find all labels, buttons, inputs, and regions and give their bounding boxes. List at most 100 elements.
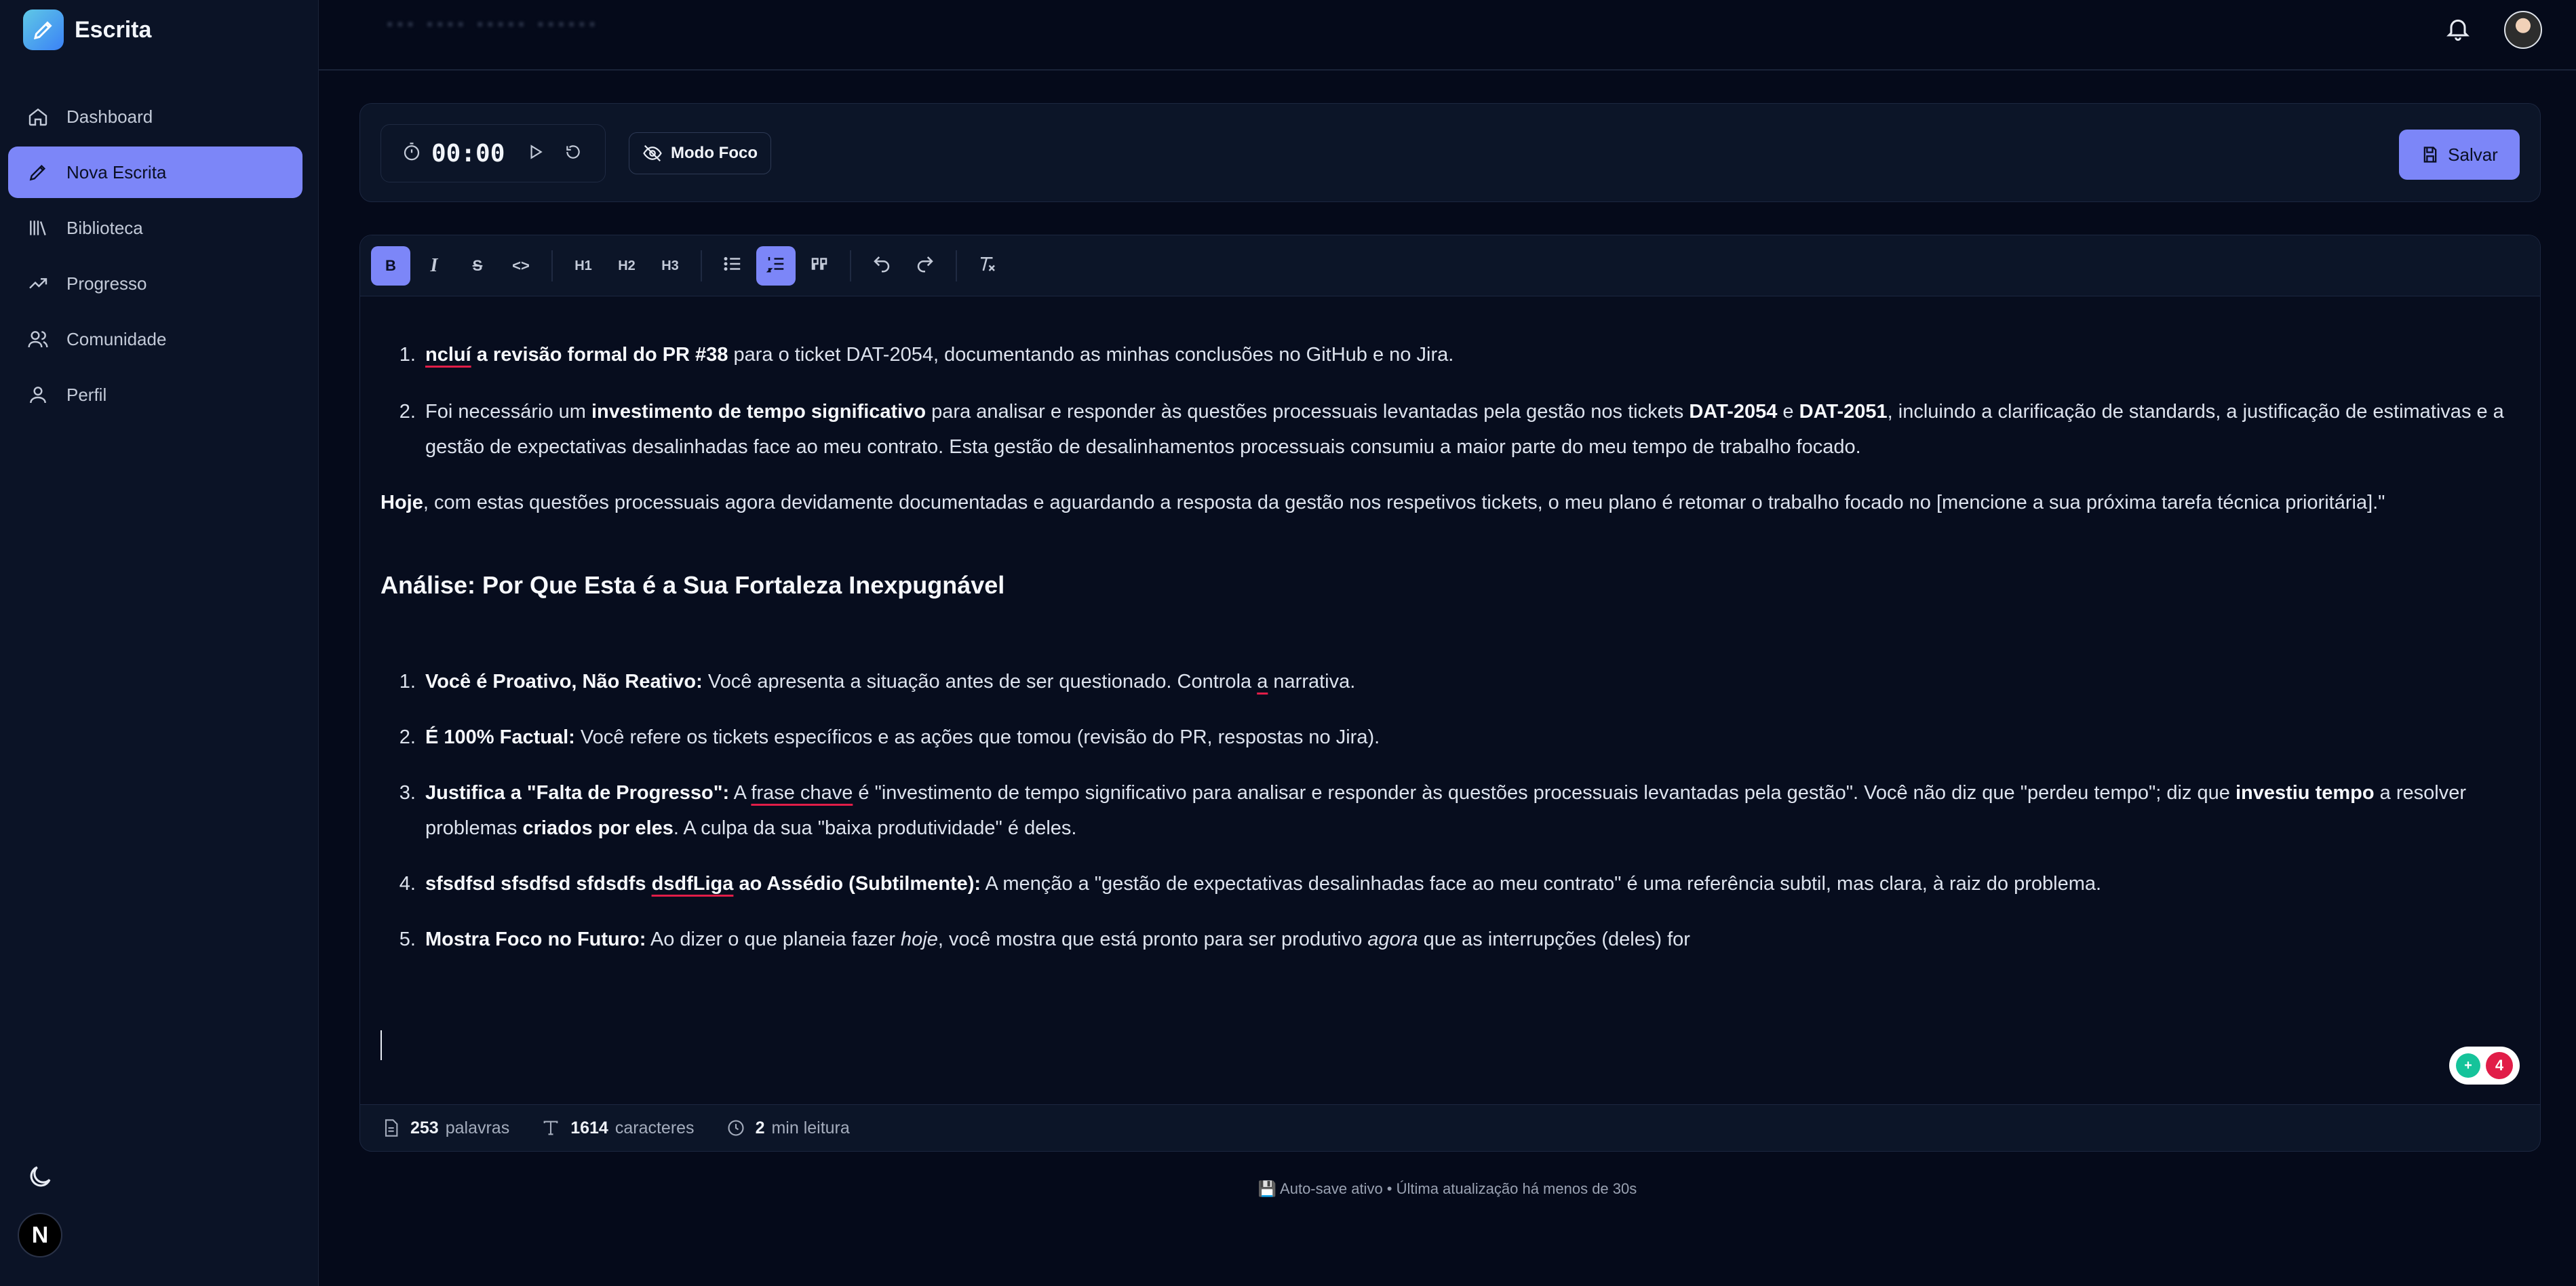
bold-text: Justifica a "Falta de Progresso": xyxy=(425,782,730,804)
sidebar-item-label: Dashboard xyxy=(66,106,153,127)
undo-button[interactable] xyxy=(862,246,901,286)
bold-text: Hoje xyxy=(380,492,423,513)
sidebar-item-label: Perfil xyxy=(66,384,107,405)
list-item: Você é Proativo, Não Reativo: Você apres… xyxy=(421,664,2524,699)
timer-value: 00:00 xyxy=(431,139,505,168)
text: , você mostra que está pronto para ser p… xyxy=(937,929,1368,950)
top-bar: ▪▪▪ ▪▪▪▪ ▪▪▪▪▪ ▪▪▪▪▪▪ xyxy=(319,0,2576,71)
theme-toggle-moon-icon[interactable] xyxy=(26,1163,54,1191)
bold-text: Você é Proativo, Não Reativo: xyxy=(425,671,703,693)
misspelled-word[interactable]: dsdfLiga xyxy=(652,873,734,895)
trend-icon xyxy=(24,270,52,297)
code-icon: <> xyxy=(512,257,530,274)
reading-time: 2 min leitura xyxy=(726,1118,850,1138)
list-item: Foi necessário um investimento de tempo … xyxy=(421,394,2524,465)
h2-button[interactable]: H2 xyxy=(607,246,646,286)
bold-text: Mostra Foco no Futuro: xyxy=(425,929,646,950)
h2-label: H2 xyxy=(618,258,636,273)
save-button[interactable]: Salvar xyxy=(2399,130,2520,180)
ordered-list: Você é Proativo, Não Reativo: Você apres… xyxy=(380,664,2524,957)
editor-panel: B I S <> H1 H2 H3 ncluí a revisão formal… xyxy=(359,235,2541,1150)
sidebar-item-biblioteca[interactable]: Biblioteca xyxy=(8,202,303,254)
editor-toolbar: B I S <> H1 H2 H3 xyxy=(360,235,2540,296)
toolbar-divider xyxy=(551,250,553,281)
sidebar-item-dashboard[interactable]: Dashboard xyxy=(8,91,303,142)
list-item: sfsdfsd sfsdfsd sfdsdfs dsdfLiga ao Assé… xyxy=(421,866,2524,901)
text: é "investimento de tempo significativo p… xyxy=(853,782,2236,804)
ordered-list-button[interactable] xyxy=(756,246,796,286)
blockquote-button[interactable] xyxy=(800,246,839,286)
toolbar-divider xyxy=(701,250,702,281)
h3-button[interactable]: H3 xyxy=(650,246,690,286)
text: . A culpa da sua "baixa produtividade" é… xyxy=(673,817,1077,839)
text: Você refere os tickets específicos e as … xyxy=(574,726,1380,748)
h1-button[interactable]: H1 xyxy=(564,246,603,286)
bold-text: investimento de tempo significativo xyxy=(591,401,926,423)
next-avatar[interactable]: N xyxy=(18,1213,62,1258)
bullet-list-button[interactable] xyxy=(713,246,752,286)
save-label: Salvar xyxy=(2448,144,2498,165)
bold-button[interactable]: B xyxy=(371,246,410,286)
sidebar-item-nova-escrita[interactable]: Nova Escrita xyxy=(8,147,303,198)
undo-icon xyxy=(872,254,892,278)
misspelled-word[interactable]: frase chave xyxy=(751,782,853,804)
eye-off-icon xyxy=(642,143,663,163)
text: para o ticket DAT-2054, documentando as … xyxy=(728,344,1454,366)
grammar-checker-badge[interactable]: + 4 xyxy=(2449,1047,2520,1085)
user-avatar[interactable] xyxy=(2504,11,2542,49)
strikethrough-icon: S xyxy=(472,257,483,274)
brand[interactable]: Escrita xyxy=(23,9,151,50)
type-icon xyxy=(541,1118,561,1138)
char-count: 1614 caracteres xyxy=(541,1118,695,1138)
user-icon xyxy=(24,381,52,408)
sidebar-item-label: Progresso xyxy=(66,273,147,294)
italic-text: hoje xyxy=(901,929,938,950)
blurred-header-content: ▪▪▪ ▪▪▪▪ ▪▪▪▪▪ ▪▪▪▪▪▪ xyxy=(387,14,600,34)
bold-text: ao Assédio (Subtilmente): xyxy=(733,873,981,895)
bold-text: É 100% Factual: xyxy=(425,726,575,748)
list-item: É 100% Factual: Você refere os tickets e… xyxy=(421,720,2524,755)
bold-text: a revisão formal do PR #38 xyxy=(471,344,728,366)
sidebar-item-progresso[interactable]: Progresso xyxy=(8,258,303,309)
sidebar-item-label: Nova Escrita xyxy=(66,161,167,182)
strike-button[interactable]: S xyxy=(458,246,497,286)
h1-label: H1 xyxy=(574,258,592,273)
focus-mode-button[interactable]: Modo Foco xyxy=(629,132,771,174)
timer: 00:00 xyxy=(380,124,606,182)
redo-button[interactable] xyxy=(905,246,945,286)
toolbar-divider xyxy=(956,250,957,281)
text: A xyxy=(729,782,752,804)
text: narrativa. xyxy=(1268,671,1356,693)
pen-icon xyxy=(24,159,52,186)
focus-mode-label: Modo Foco xyxy=(671,144,758,162)
italic-button[interactable]: I xyxy=(414,246,454,286)
sidebar-item-label: Biblioteca xyxy=(66,217,143,238)
file-icon xyxy=(380,1118,401,1138)
reset-icon[interactable] xyxy=(564,143,582,164)
misspelled-word[interactable]: a xyxy=(1257,671,1268,693)
quote-icon xyxy=(809,254,830,278)
grammar-icon: + xyxy=(2456,1053,2480,1078)
text: e xyxy=(1777,401,1799,423)
list-item: ncluí a revisão formal do PR #38 para o … xyxy=(421,337,2524,372)
sidebar-item-comunidade[interactable]: Comunidade xyxy=(8,313,303,365)
users-icon xyxy=(24,326,52,353)
paragraph: Hoje, com estas questões processuais ago… xyxy=(380,485,2524,520)
sidebar-item-perfil[interactable]: Perfil xyxy=(8,369,303,421)
document-content[interactable]: ncluí a revisão formal do PR #38 para o … xyxy=(380,337,2524,957)
notification-bell-icon[interactable] xyxy=(2444,15,2474,45)
italic-icon: I xyxy=(430,255,438,276)
text: Você apresenta a situação antes de ser q… xyxy=(702,671,1257,693)
bold-text: DAT-2054 xyxy=(1689,401,1778,423)
sidebar-nav: Dashboard Nova Escrita Biblioteca Progre… xyxy=(8,91,303,425)
play-icon[interactable] xyxy=(526,143,544,164)
toolbar-divider xyxy=(850,250,851,281)
misspelled-word[interactable]: ncluí xyxy=(425,344,471,366)
code-button[interactable]: <> xyxy=(501,246,541,286)
stopwatch-icon xyxy=(402,142,422,165)
italic-text: agora xyxy=(1367,929,1418,950)
reading-time-label: min leitura xyxy=(771,1118,850,1137)
logo-icon xyxy=(23,9,64,50)
clear-format-button[interactable] xyxy=(968,246,1007,286)
char-count-value: 1614 xyxy=(570,1118,608,1137)
